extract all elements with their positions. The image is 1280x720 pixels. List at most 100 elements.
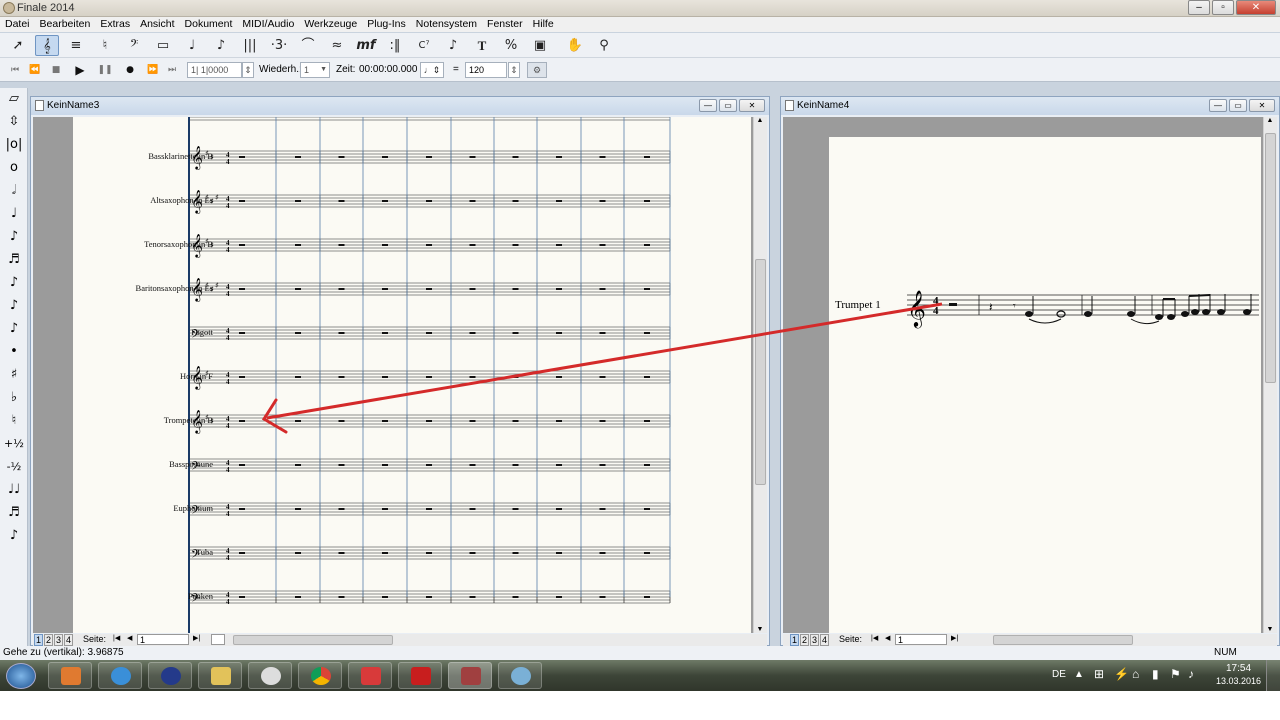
score-vertical-scrollbar[interactable]: ▲ ▼	[753, 117, 767, 633]
part-page-tab-2[interactable]: 2	[800, 634, 810, 646]
tempo-note-select[interactable]: ♩⇕	[420, 62, 444, 78]
tray-clock-date[interactable]: 13.03.2016	[1216, 676, 1261, 686]
score-page-tab-2[interactable]: 2	[44, 634, 54, 646]
half-note-icon[interactable]: 𝅗𝅥	[2, 180, 26, 202]
whole-note-icon[interactable]: o	[2, 157, 26, 179]
tuplet-icon[interactable]: ♬	[2, 502, 26, 524]
quarter-note-icon[interactable]: ♩	[2, 203, 26, 225]
score-hscroll-thumb[interactable]	[233, 635, 393, 645]
part-page-tab-3[interactable]: 3	[810, 634, 820, 646]
hand-grabber-icon[interactable]: ✋	[563, 35, 587, 56]
score-minimize-button[interactable]: —	[699, 99, 717, 112]
taskbar-finale[interactable]	[448, 662, 492, 689]
sharp-icon[interactable]: ♯	[2, 364, 26, 386]
staff-tool-icon[interactable]: 𝄞	[35, 35, 59, 56]
text-tool-icon[interactable]: T	[470, 35, 494, 56]
repeat-select[interactable]: 1 ▼	[300, 62, 330, 78]
tray-expand-icon[interactable]: ▲	[1074, 669, 1084, 680]
position-spinner[interactable]: ⇕	[242, 62, 254, 78]
language-indicator[interactable]: DE	[1052, 669, 1066, 680]
taskbar-chrome[interactable]	[298, 662, 342, 689]
scroll-up-icon[interactable]: ▲	[754, 117, 766, 124]
eraser-icon[interactable]: ▱	[2, 88, 26, 110]
half-step-down-icon[interactable]: -½	[2, 456, 26, 478]
thirtysecond-note-icon[interactable]: ♪	[2, 272, 26, 294]
tray-volume-icon[interactable]: ♪	[1188, 667, 1194, 681]
natural-icon[interactable]: ♮	[2, 410, 26, 432]
tray-clock-time[interactable]: 17:54	[1226, 663, 1251, 674]
expression-tool-icon[interactable]: mf	[354, 35, 378, 56]
page-layout-icon[interactable]: ▣	[528, 35, 552, 56]
part-page-tab-1[interactable]: 1	[790, 634, 800, 646]
selection-tool-icon[interactable]: ➚	[6, 35, 30, 56]
measure-tool-icon[interactable]: |||	[238, 35, 262, 56]
eighth-note-icon[interactable]: ♪	[2, 226, 26, 248]
score-first-page-icon[interactable]: |◀	[113, 634, 120, 642]
grace-note-icon[interactable]: ♪	[2, 525, 26, 547]
dot-icon[interactable]: •	[2, 341, 26, 363]
rewind-start-icon[interactable]: ⏮	[6, 62, 24, 78]
tray-battery-icon[interactable]: ▮	[1152, 667, 1159, 681]
menu-bearbeiten[interactable]: Bearbeiten	[35, 17, 96, 32]
start-button[interactable]	[6, 663, 36, 689]
breve-icon[interactable]: ⇳	[2, 111, 26, 133]
part-page-field[interactable]: 1	[895, 634, 947, 645]
menu-hilfe[interactable]: Hilfe	[528, 17, 559, 32]
taskbar-app-steel[interactable]	[498, 662, 542, 689]
part-scroll-down-icon[interactable]: ▼	[1264, 626, 1276, 633]
menu-datei[interactable]: Datei	[0, 17, 35, 32]
fast-forward-icon[interactable]: ⏩	[144, 62, 162, 78]
stop-icon[interactable]: ■	[47, 62, 65, 78]
score-page-tab-1[interactable]: 1	[34, 634, 44, 646]
score-page[interactable]: 𝄞 ♯ ♯ 4 4 𝄞 ♯ ♯ ♯ 4 4 𝄞 ♯ ♯ 4 4 𝄞 ♯ ♯ ♯ 4 4 𝄢 4 4 𝄞 ♯ 4 4 𝄞 ♯ ♯ 4 4 𝄢 4 4 𝄢 4 4…	[73, 117, 751, 633]
taskbar-app-blue[interactable]	[148, 662, 192, 689]
score-page-tab-4[interactable]: 4	[64, 634, 74, 646]
score-page-tab-3[interactable]: 3	[54, 634, 64, 646]
128th-note-icon[interactable]: ♪	[2, 318, 26, 340]
close-button[interactable]: ✕	[1236, 0, 1276, 15]
flat-icon[interactable]: ♭	[2, 387, 26, 409]
scroll-down-icon[interactable]: ▼	[754, 626, 766, 633]
sixteenth-note-icon[interactable]: ♬	[2, 249, 26, 271]
forward-end-icon[interactable]: ⏭	[163, 62, 181, 78]
part-hscroll-thumb[interactable]	[993, 635, 1133, 645]
sixtyfourth-note-icon[interactable]: ♪	[2, 295, 26, 317]
clef-tool-icon[interactable]: 𝄢	[122, 35, 146, 56]
menu-werkzeuge[interactable]: Werkzeuge	[299, 17, 362, 32]
menu-notensystem[interactable]: Notensystem	[411, 17, 482, 32]
part-page[interactable]: 𝄞 4 4 𝄽 𝄾 Trumpet 1	[829, 137, 1261, 633]
tray-windows-icon[interactable]: ⊞	[1094, 667, 1104, 681]
part-minimize-button[interactable]: —	[1209, 99, 1227, 112]
smart-shape-icon[interactable]: ⌒	[296, 35, 320, 56]
tray-network-icon[interactable]: ⚡	[1114, 667, 1129, 681]
tuplet-tool-icon[interactable]: ·3·	[267, 35, 291, 56]
taskbar-media-player[interactable]	[48, 662, 92, 689]
score-page-field[interactable]: 1	[137, 634, 189, 645]
half-step-up-icon[interactable]: +½	[2, 433, 26, 455]
key-signature-icon[interactable]: ▭	[151, 35, 175, 56]
lyrics-tool-icon[interactable]: ♪	[441, 35, 465, 56]
tempo-spinner[interactable]: ⇕	[508, 62, 520, 78]
taskbar-acrobat[interactable]	[398, 662, 442, 689]
record-icon[interactable]: ●	[121, 62, 139, 78]
articulation-icon[interactable]: ≈	[325, 35, 349, 56]
show-desktop-button[interactable]	[1266, 660, 1280, 691]
pause-icon[interactable]: ❚❚	[96, 62, 114, 78]
taskbar-internet-explorer[interactable]	[98, 662, 142, 689]
tray-usb-icon[interactable]: ⌂	[1132, 667, 1139, 681]
part-first-page-icon[interactable]: |◀	[871, 634, 878, 642]
taskbar-clock-app[interactable]	[248, 662, 292, 689]
resize-tool-icon[interactable]: %	[499, 35, 523, 56]
double-whole-note-icon[interactable]: |o|	[2, 134, 26, 156]
part-prev-page-icon[interactable]: ◀	[885, 634, 890, 642]
menu-ansicht[interactable]: Ansicht	[135, 17, 179, 32]
part-close-button[interactable]: ✕	[1249, 99, 1275, 112]
play-icon[interactable]: ▶	[71, 62, 89, 78]
taskbar-pin-app[interactable]	[348, 662, 392, 689]
tie-icon[interactable]: ♩♩	[2, 479, 26, 501]
maximize-button[interactable]: ▫	[1212, 0, 1234, 15]
playback-settings-icon[interactable]: ⚙	[527, 62, 547, 78]
score-close-button[interactable]: ✕	[739, 99, 765, 112]
simple-entry-icon[interactable]: ≡	[64, 35, 88, 56]
part-maximize-button[interactable]: ▭	[1229, 99, 1247, 112]
